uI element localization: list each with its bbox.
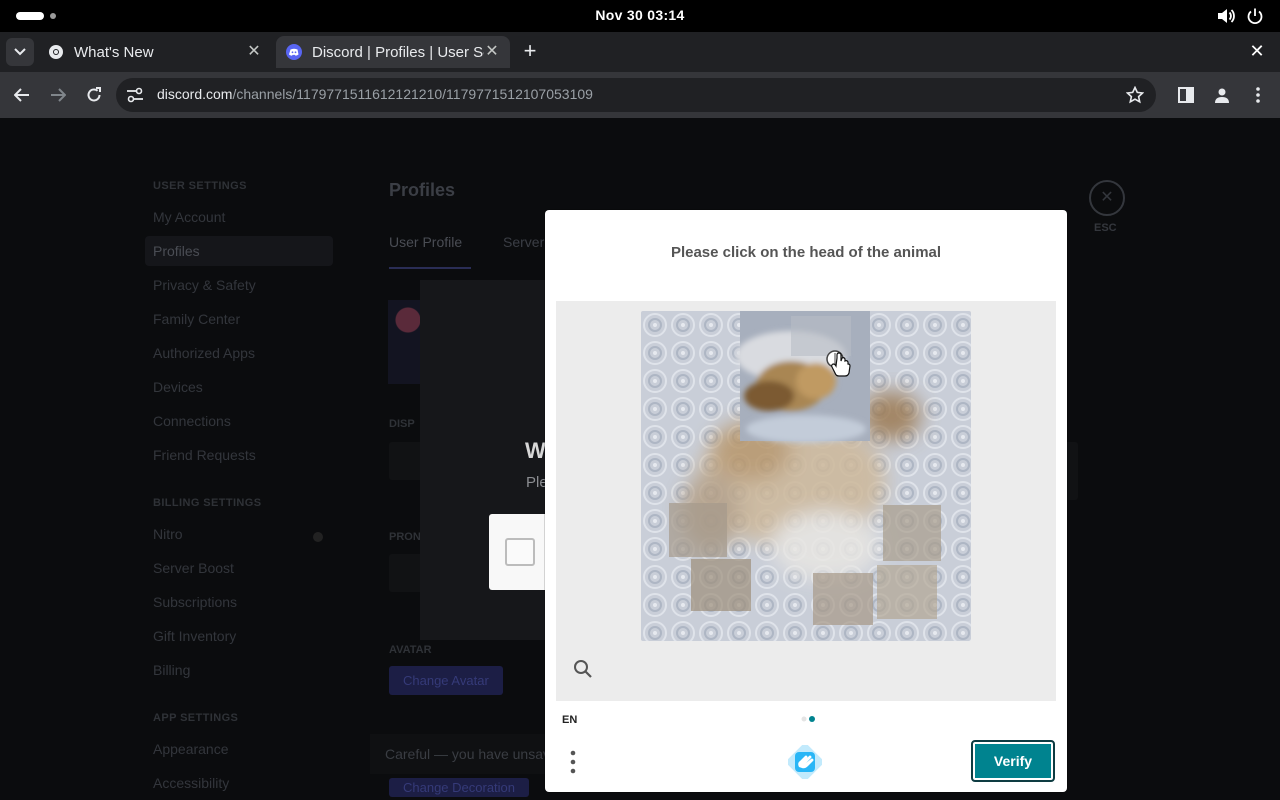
sidebar-item-subscriptions[interactable]: Subscriptions [153, 594, 237, 610]
change-avatar-button[interactable]: Change Avatar [389, 666, 503, 695]
tab-search-button[interactable] [6, 38, 34, 66]
close-settings-button[interactable]: ✕ [1089, 180, 1125, 216]
unsaved-changes-warning: Careful — you have unsaved changes! [370, 734, 560, 774]
progress-dots-icon [801, 716, 815, 722]
sidebar-item-nitro[interactable]: Nitro [153, 526, 183, 542]
captcha-image[interactable] [641, 311, 971, 641]
window-close-button[interactable]: ✕ [1246, 40, 1268, 62]
dialog-title: W [525, 438, 546, 463]
new-tab-button[interactable]: + [518, 40, 542, 64]
arrow-left-icon [14, 88, 29, 102]
hcaptcha-checkbox[interactable] [505, 538, 535, 566]
nitro-badge-icon [313, 532, 323, 542]
system-clock[interactable]: Nov 30 03:14 [0, 7, 1280, 23]
side-panel-button[interactable] [1174, 83, 1198, 107]
esc-label: ESC [1094, 222, 1117, 234]
change-decoration-button[interactable]: Change Decoration [389, 778, 530, 797]
url-path: /channels/1179771511612121210/1179771512… [232, 86, 593, 102]
sidebar-item-profiles[interactable]: Profiles [153, 243, 200, 259]
bookmark-star-icon[interactable] [1126, 86, 1144, 104]
language-selector[interactable]: EN [562, 714, 577, 726]
more-vertical-icon[interactable] [567, 749, 579, 775]
sidebar-item-gift-inventory[interactable]: Gift Inventory [153, 628, 236, 644]
page-title: Profiles [389, 180, 456, 200]
tab-title: What's New [74, 43, 154, 61]
more-vertical-icon [1256, 87, 1260, 103]
tab-user-profile[interactable]: User Profile [389, 234, 462, 250]
profile-button[interactable] [1210, 83, 1234, 107]
sidebar-item-accessibility[interactable]: Accessibility [153, 775, 229, 791]
sidebar-heading-user-settings: USER SETTINGS [153, 180, 247, 192]
arrow-right-icon [51, 88, 66, 102]
captcha-prompt: Please click on the head of the animal [670, 244, 942, 261]
url-host: discord.com [157, 86, 233, 102]
volume-icon[interactable] [1216, 7, 1236, 25]
sidebar-item-privacy-safety[interactable]: Privacy & Safety [153, 277, 256, 293]
chevron-down-icon [14, 48, 26, 56]
person-icon [1215, 88, 1229, 103]
sidebar-item-friend-requests[interactable]: Friend Requests [153, 447, 256, 463]
sidebar-item-authorized-apps[interactable]: Authorized Apps [153, 345, 255, 361]
back-button[interactable] [10, 83, 34, 107]
sidebar-heading-app-settings: APP SETTINGS [153, 712, 239, 724]
sidebar-item-devices[interactable]: Devices [153, 379, 203, 395]
close-tab-icon[interactable]: ✕ [246, 44, 262, 60]
site-info-icon[interactable] [126, 87, 144, 103]
active-tab-underline [389, 267, 471, 269]
tab-discord-profiles[interactable]: Discord | Profiles | User Settings ✕ [276, 36, 510, 68]
tab-whats-new[interactable]: What's New ✕ [38, 36, 272, 68]
zoom-icon[interactable] [573, 659, 593, 679]
sidebar-item-my-account[interactable]: My Account [153, 209, 225, 225]
tab-title: Discord | Profiles | User Settings [312, 43, 484, 61]
discord-icon [286, 44, 302, 60]
sidebar-item-server-boost[interactable]: Server Boost [153, 560, 234, 576]
tab-server-profiles[interactable]: Server [503, 234, 544, 250]
captcha-challenge: Please click on the head of the animal E… [545, 210, 1067, 792]
sidebar-item-billing[interactable]: Billing [153, 662, 190, 678]
system-top-bar: Nov 30 03:14 [0, 0, 1280, 32]
reload-icon [87, 87, 101, 102]
sidebar-heading-billing: BILLING SETTINGS [153, 497, 262, 509]
reload-button[interactable] [82, 83, 106, 107]
menu-button[interactable] [1246, 83, 1270, 107]
display-name-label: DISP [389, 418, 415, 430]
browser-toolbar: discord.com/channels/1179771511612121210… [0, 72, 1280, 118]
browser-tab-strip: What's New ✕ Discord | Profiles | User S… [0, 32, 1280, 72]
power-icon[interactable] [1246, 7, 1264, 25]
verify-button[interactable]: Verify [971, 740, 1055, 782]
avatar [388, 300, 424, 384]
captcha-image-canvas [641, 311, 971, 641]
sidebar-item-connections[interactable]: Connections [153, 413, 231, 429]
forward-button[interactable] [46, 83, 70, 107]
avatar-label: AVATAR [389, 644, 432, 656]
address-bar[interactable]: discord.com/channels/1179771511612121210… [116, 78, 1156, 112]
close-tab-icon[interactable]: ✕ [484, 44, 500, 60]
chrome-icon [49, 45, 63, 59]
sidebar-item-family-center[interactable]: Family Center [153, 311, 240, 327]
sidebar-item-appearance[interactable]: Appearance [153, 741, 229, 757]
url-text[interactable]: discord.com/channels/1179771511612121210… [157, 86, 593, 102]
hcaptcha-logo-icon [788, 745, 822, 779]
captcha-task-area [556, 301, 1056, 701]
pronouns-label: PRON [389, 531, 421, 543]
side-panel-icon [1178, 87, 1194, 103]
